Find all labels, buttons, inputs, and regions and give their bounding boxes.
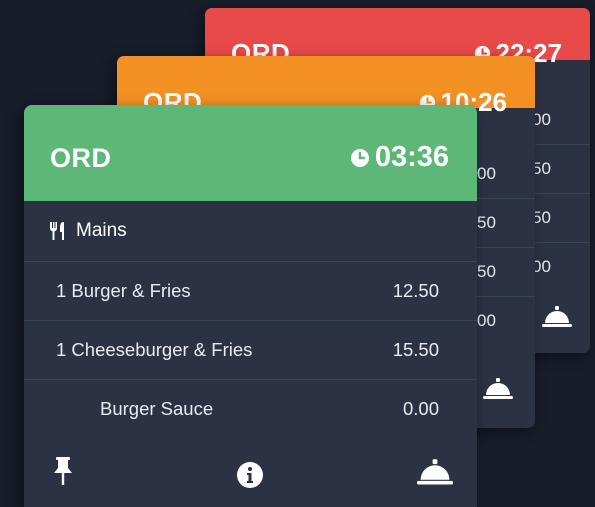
partial-price: 00 (532, 110, 551, 129)
partial-price: 00 (477, 164, 496, 183)
fork-knife-icon (50, 222, 64, 240)
order-card-header: ORD 22:27 (205, 8, 590, 68)
partial-price: 00 (475, 296, 535, 345)
order-timer: 03:36 (350, 141, 449, 174)
order-label: ORD (50, 143, 112, 173)
order-item-row[interactable]: 1 Burger & Fries 12.50 (24, 262, 477, 321)
section-header-mains: Mains (24, 201, 477, 262)
pin-icon[interactable] (52, 457, 74, 487)
item-name: 1 Cheeseburger & Fries (56, 339, 253, 360)
clock-icon (350, 148, 369, 167)
item-price: 12.50 (392, 280, 439, 301)
bell-icon[interactable] (417, 459, 453, 486)
section-title: Mains (76, 220, 127, 241)
partial-price: 50 (530, 144, 590, 193)
order-card-header: ORD 10:26 (117, 56, 535, 117)
partial-price: 50 (530, 193, 590, 242)
partial-price: 50 (475, 247, 535, 296)
item-modifier-row[interactable]: Burger Sauce 0.00 (24, 380, 477, 438)
card-footer (24, 433, 477, 507)
bell-icon[interactable] (542, 306, 572, 328)
modifier-name: Burger Sauce (100, 398, 214, 419)
bell-icon[interactable] (483, 378, 513, 400)
item-price: 15.50 (392, 339, 439, 360)
modifier-price: 0.00 (402, 398, 439, 419)
partial-prices: 00 50 50 00 (530, 96, 590, 291)
order-card-header: ORD 03:36 (24, 105, 477, 201)
item-name: 1 Burger & Fries (56, 280, 191, 301)
partial-price: 00 (530, 242, 590, 291)
info-icon[interactable] (236, 461, 264, 489)
partial-price: 50 (475, 198, 535, 247)
order-item-row[interactable]: 1 Cheeseburger & Fries 15.50 (24, 321, 477, 380)
order-time: 03:36 (374, 141, 449, 173)
order-card-front[interactable]: ORD 03:36 Mains 1 Burger & Fries 12.50 1… (24, 105, 477, 507)
partial-prices: 00 50 50 00 (475, 150, 535, 345)
